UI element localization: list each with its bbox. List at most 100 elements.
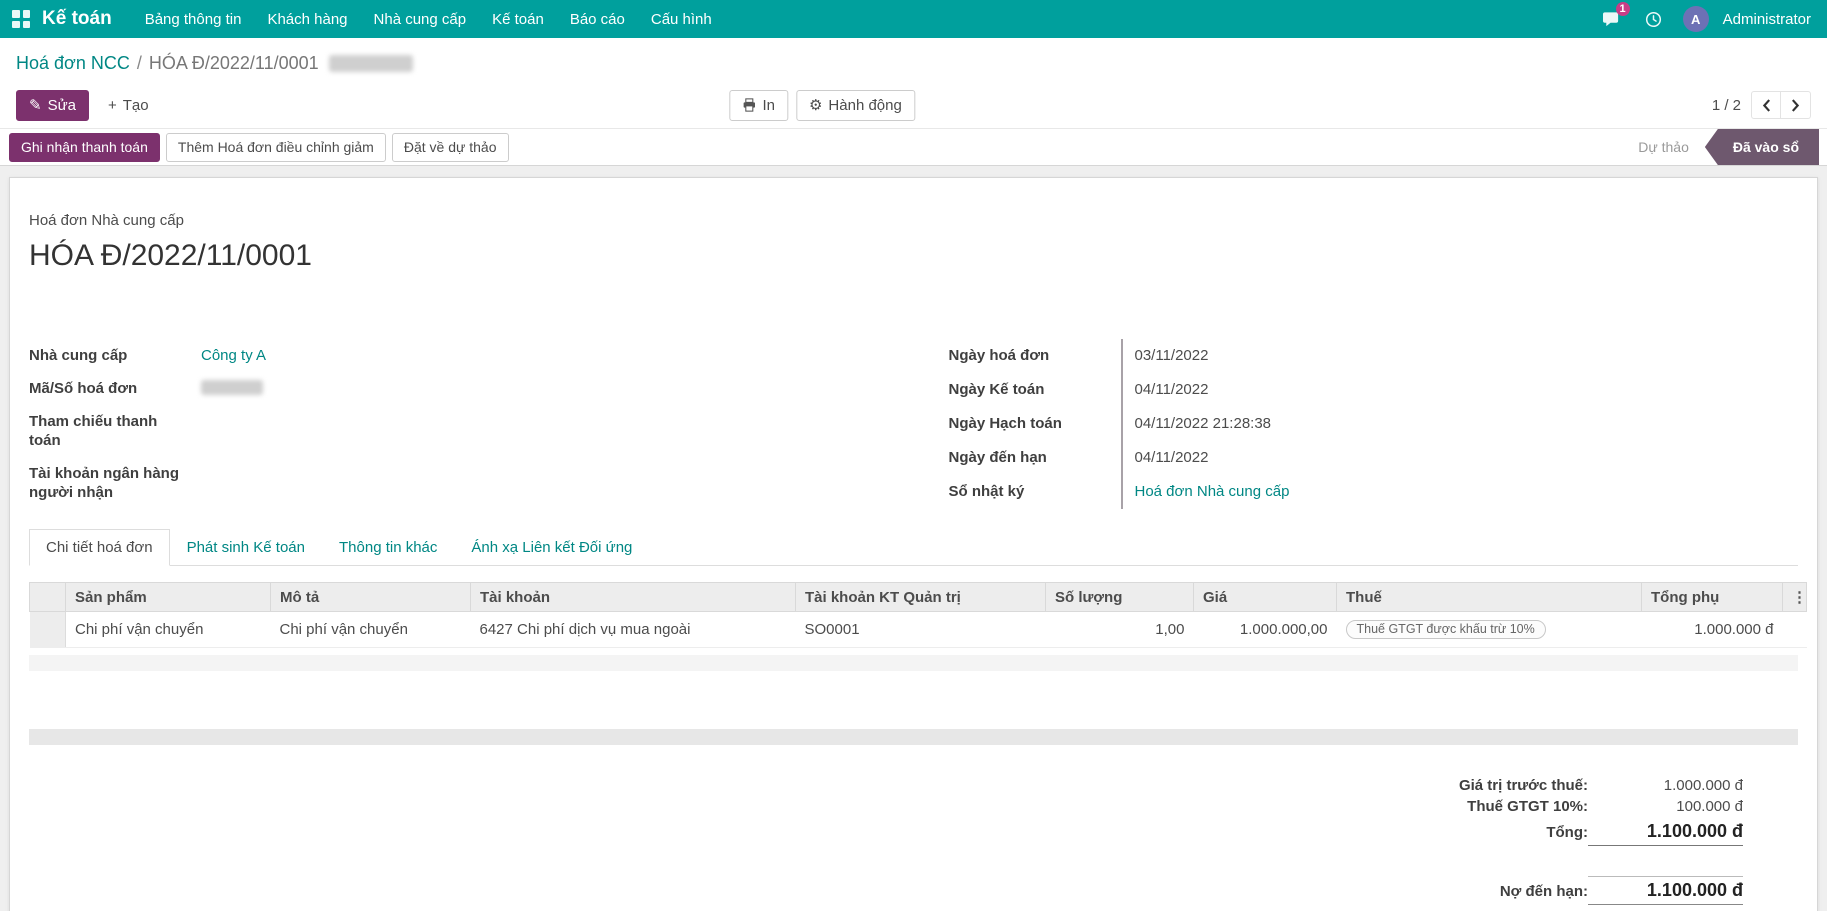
amount-due-label: Nợ đến hạn:: [1499, 883, 1588, 900]
invoice-date-value: 03/11/2022: [1120, 339, 1799, 373]
col-analytic-account: Tài khoản KT Quản trị: [795, 582, 1046, 612]
col-product: Sản phẩm: [65, 582, 271, 612]
untaxed-amount-row: Giá trị trước thuế: 1.000.000 đ: [1459, 775, 1743, 796]
menu-configuration[interactable]: Cấu hình: [638, 1, 725, 38]
state-posted[interactable]: Đã vào sổ: [1704, 129, 1819, 165]
top-navbar: Kế toán Bảng thông tin Khách hàng Nhà cu…: [0, 0, 1827, 38]
reset-to-draft-button[interactable]: Đặt về dự thảo: [391, 132, 509, 162]
col-tax: Thuế: [1336, 582, 1642, 612]
breadcrumb-parent[interactable]: Hoá đơn NCC: [16, 53, 130, 73]
invoice-lines-table: Sản phẩm Mô tả Tài khoản Tài khoản KT Qu…: [29, 582, 1807, 648]
systray: 1 A Administrator: [1593, 1, 1813, 33]
invoice-line-row[interactable]: Chi phí vận chuyển Chi phí vận chuyển 64…: [29, 611, 1807, 648]
register-payment-button[interactable]: Ghi nhận thanh toán: [9, 132, 160, 162]
user-name[interactable]: Administrator: [1723, 11, 1811, 28]
cell-quantity: 1,00: [1045, 611, 1194, 648]
control-bar: ✎ Sửa + Tạo In ⚙ Hành động 1 / 2: [0, 86, 1827, 128]
column-options-icon[interactable]: ⋮: [1782, 582, 1807, 612]
recipient-bank-label: Tài khoản ngân hàng người nhận: [29, 465, 180, 501]
edit-button[interactable]: ✎ Sửa: [16, 89, 89, 121]
pager-previous-button[interactable]: [1751, 91, 1781, 119]
document-actions: In ⚙ Hành động: [729, 89, 915, 121]
cell-account: 6427 Chi phí dịch vụ mua ngoài: [470, 611, 796, 648]
create-button[interactable]: + Tạo: [95, 90, 162, 121]
untaxed-amount-label: Giá trị trước thuế:: [1458, 777, 1588, 794]
pager-counter[interactable]: 1 / 2: [1712, 97, 1741, 114]
breadcrumb-current: HÓA Đ/2022/11/0001: [148, 53, 319, 73]
pager-next-button[interactable]: [1781, 91, 1811, 119]
cell-tax: Thuế GTGT được khấu trừ 10%: [1336, 611, 1642, 648]
pager: 1 / 2: [1712, 91, 1811, 119]
pencil-icon: ✎: [29, 96, 42, 114]
tax-tag: Thuế GTGT được khấu trừ 10%: [1345, 620, 1546, 639]
total-amount-value: 1.100.000 đ: [1588, 821, 1743, 846]
menu-vendors[interactable]: Nhà cung cấp: [361, 1, 480, 38]
table-header-row: Sản phẩm Mô tả Tài khoản Tài khoản KT Qu…: [29, 582, 1807, 612]
invoice-date-label: Ngày hoá đơn: [948, 347, 1050, 364]
journal-value[interactable]: Hoá đơn Nhà cung cấp: [1135, 483, 1290, 500]
cell-subtotal: 1.000.000 đ: [1641, 611, 1783, 648]
journal-label: Sổ nhật ký: [948, 483, 1025, 500]
messages-icon[interactable]: 1: [1593, 1, 1630, 33]
total-amount-row: Tổng: 1.100.000 đ: [1546, 817, 1743, 848]
tax-amount-row: Thuế GTGT 10%: 100.000 đ: [1467, 796, 1743, 817]
bill-reference-label: Mã/Số hoá đơn: [29, 380, 138, 397]
col-subtotal: Tổng phụ: [1641, 582, 1783, 612]
apps-menu-icon[interactable]: [12, 10, 30, 28]
cell-product: Chi phí vận chuyển: [65, 611, 271, 648]
handle-column-header: [29, 582, 66, 612]
menu-dashboard[interactable]: Bảng thông tin: [132, 1, 255, 38]
menu-accounting[interactable]: Kế toán: [479, 1, 557, 38]
vendor-label: Nhà cung cấp: [29, 347, 128, 364]
form-fields: Nhà cung cấp Công ty A Mã/Số hoá đơn Tha…: [29, 339, 1798, 509]
tab-journal-items[interactable]: Phát sinh Kế toán: [170, 529, 322, 566]
breadcrumb-bar: Hoá đơn NCC / HÓA Đ/2022/11/0001: [0, 38, 1827, 86]
action-button[interactable]: ⚙ Hành động: [795, 89, 915, 121]
printer-icon: [743, 98, 756, 112]
sheet-area: Hoá đơn Nhà cung cấp HÓA Đ/2022/11/0001 …: [0, 166, 1827, 911]
payment-reference-label: Tham chiếu thanh toán: [29, 413, 158, 449]
cell-price: 1.000.000,00: [1193, 611, 1337, 648]
payment-reference-value: [201, 405, 879, 457]
totals-block: Giá trị trước thuế: 1.000.000 đ Thuế GTG…: [29, 775, 1743, 907]
total-amount-label: Tổng:: [1546, 824, 1588, 841]
notebook-tabs: Chi tiết hoá đơn Phát sinh Kế toán Thông…: [29, 529, 1798, 566]
chevron-left-icon: [1762, 98, 1770, 112]
tab-counterpart-mapping[interactable]: Ánh xạ Liên kết Đối ứng: [454, 529, 649, 566]
action-button-label: Hành động: [828, 96, 902, 114]
user-avatar[interactable]: A: [1682, 6, 1709, 32]
app-name[interactable]: Kế toán: [42, 8, 112, 30]
amount-due-row: Nợ đến hạn: 1.100.000 đ: [1500, 874, 1743, 907]
tab-invoice-lines[interactable]: Chi tiết hoá đơn: [29, 529, 170, 566]
col-account: Tài khoản: [470, 582, 796, 612]
left-field-group: Nhà cung cấp Công ty A Mã/Số hoá đơn Tha…: [29, 339, 879, 509]
breadcrumb: Hoá đơn NCC / HÓA Đ/2022/11/0001: [16, 53, 1811, 74]
plus-icon: +: [107, 96, 117, 114]
untaxed-amount-value: 1.000.000 đ: [1663, 777, 1743, 794]
menu-customers[interactable]: Khách hàng: [254, 1, 360, 38]
vendor-value[interactable]: Công ty A: [201, 347, 266, 364]
menu-reports[interactable]: Báo cáo: [557, 1, 638, 38]
gear-icon: ⚙: [808, 96, 823, 114]
redacted-breadcrumb-value: [328, 55, 413, 72]
empty-rows-strip: [29, 655, 1798, 671]
add-credit-note-button[interactable]: Thêm Hoá đơn điều chỉnh giảm: [165, 132, 386, 162]
right-field-group: Ngày hoá đơn 03/11/2022 Ngày Kế toán 04/…: [949, 339, 1799, 509]
clock-icon: [1645, 11, 1661, 27]
state-draft[interactable]: Dự thảo: [1622, 129, 1705, 165]
due-date-value: 04/11/2022: [1120, 441, 1799, 475]
posting-date-value: 04/11/2022 21:28:38: [1120, 407, 1799, 441]
edit-button-label: Sửa: [47, 96, 76, 114]
print-button[interactable]: In: [729, 89, 788, 121]
form-buttons: ✎ Sửa + Tạo: [16, 89, 162, 121]
statusbar: Ghi nhận thanh toán Thêm Hoá đơn điều ch…: [0, 128, 1827, 166]
print-button-label: In: [762, 96, 775, 114]
col-description: Mô tả: [270, 582, 471, 612]
col-quantity: Số lượng: [1045, 582, 1194, 612]
amount-due-value: 1.100.000 đ: [1588, 876, 1743, 905]
cell-description: Chi phí vận chuyển: [270, 611, 471, 648]
tab-other-info[interactable]: Thông tin khác: [322, 529, 454, 566]
accounting-date-value: 04/11/2022: [1120, 373, 1799, 407]
tax-amount-value: 100.000 đ: [1676, 798, 1743, 815]
activities-icon[interactable]: [1636, 6, 1671, 33]
